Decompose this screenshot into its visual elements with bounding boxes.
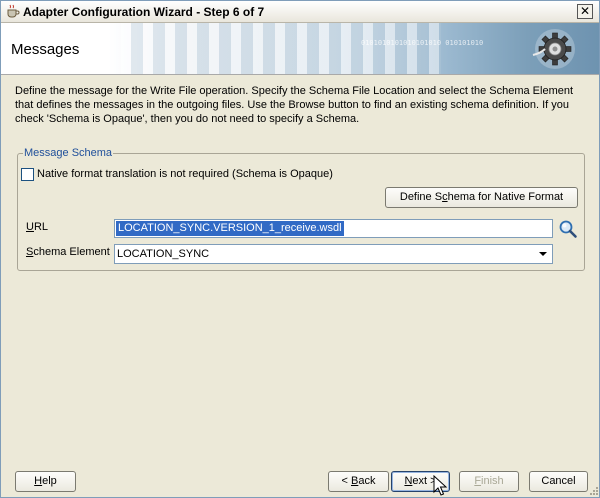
chevron-down-icon[interactable]: [535, 246, 551, 262]
message-schema-legend: Message Schema: [23, 147, 114, 159]
opaque-checkbox-label[interactable]: Native format translation is not require…: [37, 168, 333, 180]
banner-binary-text: 0101010101010101010 010101010: [361, 39, 484, 47]
schema-element-value: LOCATION_SYNC: [117, 248, 210, 260]
page-title: Messages: [11, 41, 80, 58]
help-button-key: H: [34, 475, 43, 487]
window-title: Adapter Configuration Wizard - Step 6 of…: [23, 5, 265, 19]
help-button[interactable]: Help: [15, 471, 76, 492]
url-label-key: U: [26, 221, 34, 233]
schema-element-label: Schema Element: [26, 246, 110, 258]
back-button[interactable]: < Back: [328, 471, 389, 492]
cursor-icon: [433, 475, 447, 496]
title-bar: Adapter Configuration Wizard - Step 6 of…: [1, 1, 599, 23]
schema-element-select[interactable]: LOCATION_SYNC: [114, 244, 553, 264]
back-button-rest: ack: [358, 475, 376, 487]
magnifier-icon[interactable]: [558, 219, 578, 239]
resize-grip-icon[interactable]: [587, 485, 599, 497]
finish-button-rest: inish: [481, 475, 504, 487]
close-button[interactable]: ✕: [577, 4, 593, 19]
step-description: Define the message for the Write File op…: [15, 85, 574, 125]
url-label: URL: [26, 221, 48, 233]
back-button-pre: <: [341, 475, 351, 487]
define-schema-label-post: hema for Native Format: [447, 191, 564, 203]
schema-element-label-rest: chema Element: [33, 246, 110, 258]
define-schema-label-pre: Define S: [399, 191, 443, 203]
finish-button[interactable]: Finish: [459, 471, 519, 492]
wizard-window: Adapter Configuration Wizard - Step 6 of…: [0, 0, 600, 498]
gear-plug-icon: [532, 29, 575, 69]
cancel-button[interactable]: Cancel: [529, 471, 588, 492]
banner-decoration: [121, 23, 441, 74]
opaque-checkbox[interactable]: [21, 168, 34, 181]
url-field-value: LOCATION_SYNC.VERSION_1_receive.wsdl: [116, 221, 344, 236]
close-icon: ✕: [579, 4, 591, 18]
url-label-rest: RL: [33, 221, 49, 233]
help-button-rest: elp: [42, 475, 57, 487]
define-schema-button[interactable]: Define Schema for Native Format: [385, 187, 578, 208]
header-banner: 0101010101010101010 010101010 Messages: [1, 23, 599, 75]
url-field[interactable]: LOCATION_SYNC.VERSION_1_receive.wsdl: [114, 219, 553, 238]
coffee-cup-icon: [7, 4, 20, 18]
